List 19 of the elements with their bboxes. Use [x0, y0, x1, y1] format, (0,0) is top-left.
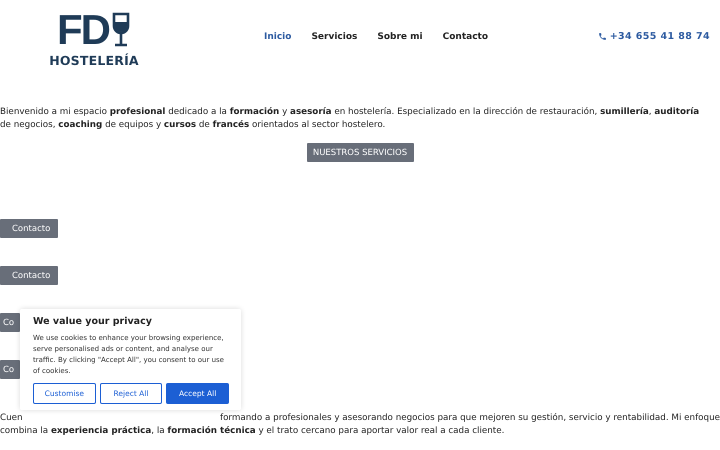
logo-name[interactable]: HOSTELERÍA — [49, 53, 139, 68]
nav-link[interactable]: Inicio — [264, 32, 292, 42]
wine-glass-icon — [111, 12, 131, 48]
paragraph-text: formando a profesionales y asesorando negocios para que mejoren su gestión, servicio y rentabilidad. Mi enfoque — [220, 412, 720, 424]
paragraph-text: combina la experiencia práctica, la formación técnica y el trato cercano para aportar valor real a cada cliente. — [0, 424, 506, 437]
logo-initials[interactable]: FD — [57, 11, 109, 49]
phone-icon — [598, 32, 607, 41]
nav-link[interactable]: Servicios — [311, 32, 358, 42]
contact-button[interactable]: Co — [0, 360, 20, 379]
phone-link[interactable]: +34 655 41 88 74 — [610, 31, 710, 42]
services-button[interactable]: NUESTROS SERVICIOS — [306, 143, 414, 162]
paragraph-text: Cuen — [0, 412, 24, 424]
intro-paragraph: Bienvenido a mi espacio profesional dedicado a la formación y asesoría en hostelería. Especializado en la dirección de restauración, sumillería, auditoría de negocios, coaching de equipos y cursos de francés orientados al sector hostelero. — [0, 106, 700, 131]
cookie-title: We value your privacy — [33, 316, 153, 328]
contact-button[interactable]: Contacto — [0, 266, 58, 285]
contact-button[interactable]: Co — [0, 313, 20, 332]
nav-link[interactable]: Contacto — [442, 32, 488, 42]
contact-button[interactable]: Contacto — [0, 219, 58, 238]
nav-link[interactable]: Sobre mi — [377, 32, 423, 42]
